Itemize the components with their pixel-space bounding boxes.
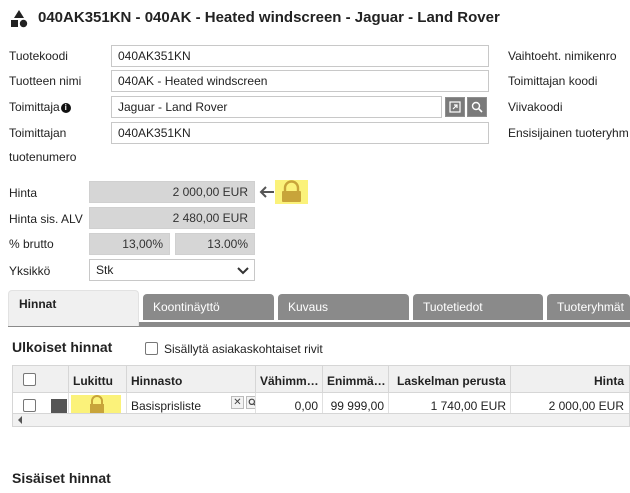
column-header-max[interactable]: Enimmä… [323,366,389,394]
gross-field-1: 13,00% [89,233,170,255]
price-vat-label: Hinta sis. ALV [9,212,83,226]
column-header-price[interactable]: Hinta [511,366,630,394]
supplier-label-wrap: Toimittaja i [9,100,71,114]
supplier-number-field[interactable]: 040AK351KN [111,122,489,144]
page-title: 040AK351KN - 040AK - Heated windscreen -… [38,9,500,26]
tab-tuoteryhmat[interactable]: Tuoteryhmät [547,294,630,320]
external-prices-table: Lukittu Hinnasto Vähimm… Enimmä… Laskelm… [12,365,630,413]
product-name-field[interactable]: 040AK - Heated windscreen [111,70,489,92]
row-lock-highlight [71,395,121,413]
unit-select-value: Stk [96,263,114,277]
gross-label: % brutto [9,237,54,251]
info-icon[interactable]: i [60,103,71,113]
price-vat-field: 2 480,00 EUR [89,207,255,229]
row-max-cell[interactable]: 99 999,00 [323,393,389,413]
row-pricelist-cell[interactable]: Basisprisliste ✕ [127,393,256,413]
chevron-down-icon [237,265,249,279]
row-basis-cell[interactable]: 1 740,00 EUR [389,393,511,413]
search-icon [471,101,483,113]
include-customer-rows-checkbox[interactable] [145,342,158,355]
gross-field-2: 13.00% [175,233,255,255]
row-price-cell[interactable]: 2 000,00 EUR [511,393,629,413]
search-icon[interactable] [246,396,255,409]
pricelist-value: Basisprisliste [131,399,202,413]
supplier-label: Toimittaja [9,100,60,114]
include-customer-rows-label: Sisällytä asiakaskohtaiset rivit [164,342,323,356]
row-min-cell[interactable]: 0,00 [256,393,323,413]
barcode-label: Viivakoodi [508,100,563,114]
lock-icon [90,395,104,413]
horizontal-scrollbar[interactable] [12,413,630,427]
tab-koontinaytto[interactable]: Koontinäyttö [143,294,274,320]
arrow-left-icon [259,185,275,202]
row-select-cell [13,393,69,413]
unit-label: Yksikkö [9,264,51,278]
external-prices-title: Ulkoiset hinnat [12,339,113,355]
row-checkbox[interactable] [23,399,36,412]
table-row[interactable]: Basisprisliste ✕ 0,00 99 999,00 1 740,00… [12,393,630,413]
supplier-search-button[interactable] [467,97,487,117]
price-label: Hinta [9,186,38,200]
column-header-pricelist[interactable]: Hinnasto [127,366,256,394]
price-lock-button[interactable] [275,180,308,204]
supplier-number-label-1: Toimittajan [9,126,67,140]
internal-prices-title: Sisäiset hinnat [12,470,111,486]
shapes-icon [9,9,29,29]
lock-icon [282,180,301,202]
supplier-field[interactable]: Jaguar - Land Rover [111,96,442,118]
open-external-icon [449,101,461,113]
unit-select[interactable]: Stk [89,259,255,281]
table-header: Lukittu Hinnasto Vähimm… Enimmä… Laskelm… [12,365,630,394]
supplier-number-label-2: tuotenumero [9,150,77,164]
row-lock-cell[interactable] [69,393,127,413]
product-code-label: Tuotekoodi [9,49,68,63]
column-header-min[interactable]: Vähimm… [256,366,323,394]
supplier-code-label: Toimittajan koodi [508,74,598,88]
product-code-field[interactable]: 040AK351KN [111,45,489,67]
row-action-icon[interactable] [51,399,67,413]
product-name-label: Tuotteen nimi [9,74,82,88]
select-all-checkbox[interactable] [23,373,36,386]
primary-group-label: Ensisijainen tuoteryhm [508,126,629,140]
tab-kuvaus[interactable]: Kuvaus [278,294,409,320]
tab-tuotetiedot[interactable]: Tuotetiedot [413,294,543,320]
column-header-locked[interactable]: Lukittu [69,366,127,394]
scroll-left-button[interactable] [13,414,27,426]
alt-name-code-label: Vaihtoeht. nimikenro [508,49,617,63]
select-all-cell [13,366,69,394]
tab-strip: Hinnat Koontinäyttö Kuvaus Tuotetiedot T… [0,290,630,326]
caret-left-icon [18,416,22,424]
price-field: 2 000,00 EUR [89,181,255,203]
column-header-basis[interactable]: Laskelman perusta [389,366,511,394]
clear-icon[interactable]: ✕ [231,396,244,409]
tab-hinnat[interactable]: Hinnat [8,290,139,326]
open-link-button[interactable] [445,97,465,117]
